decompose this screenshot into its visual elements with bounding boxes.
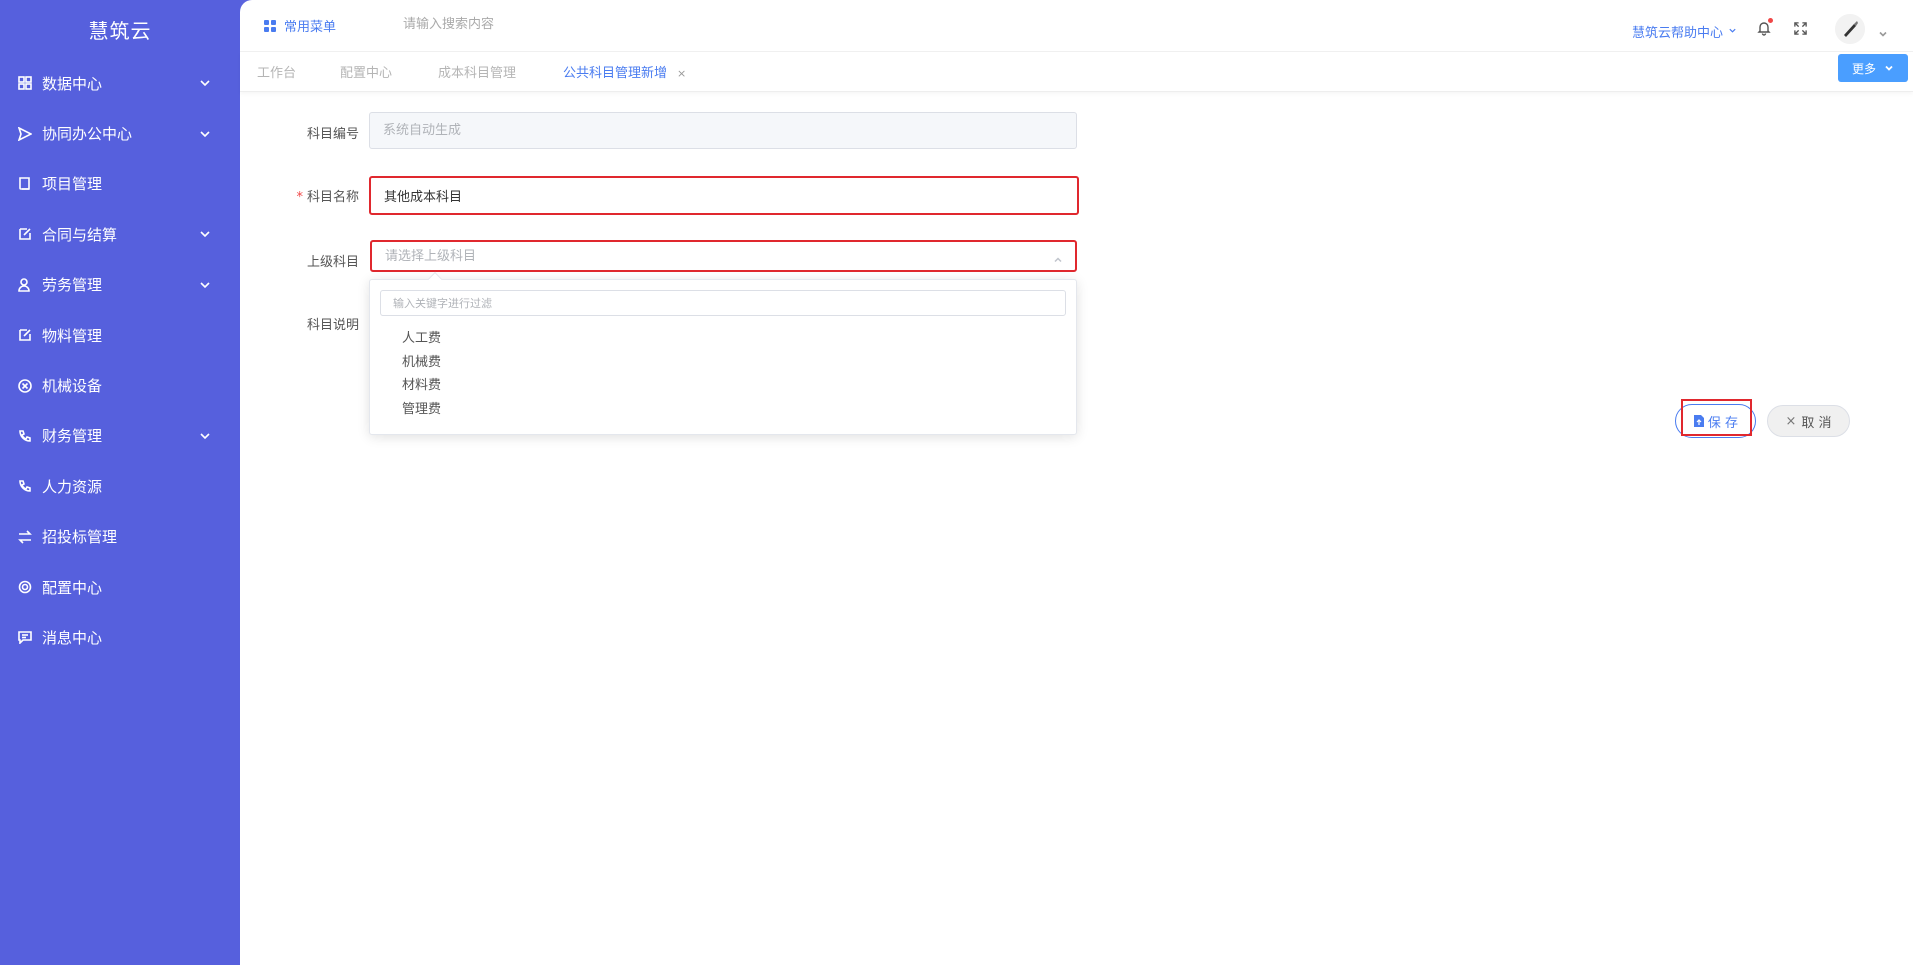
sidebar-item-label: 劳务管理 bbox=[42, 276, 103, 295]
worker-icon bbox=[17, 277, 33, 293]
dropdown-option-list: 人工费 机械费 材料费 管理费 bbox=[402, 327, 441, 421]
save-button[interactable]: 保 存 bbox=[1675, 404, 1756, 438]
chevron-down-icon bbox=[1728, 26, 1737, 38]
chevron-down-icon bbox=[198, 76, 212, 90]
grid-icon bbox=[17, 75, 33, 91]
common-menu-button[interactable]: 常用菜单 bbox=[264, 16, 336, 35]
sidebar-item[interactable]: 消息中心 bbox=[0, 612, 240, 662]
sidebar-item-label: 配置中心 bbox=[42, 578, 103, 597]
phone-icon bbox=[17, 478, 33, 494]
dropdown-option[interactable]: 管理费 bbox=[402, 398, 441, 422]
parent-subject-label: 上级科目 bbox=[306, 255, 359, 270]
edit-icon bbox=[17, 226, 33, 242]
top-bar: 常用菜单 慧筑云帮助中心 bbox=[240, 0, 1913, 52]
chevron-down-icon bbox=[198, 127, 212, 141]
chevron-down-icon bbox=[1885, 65, 1893, 71]
sidebar-item-label: 财务管理 bbox=[42, 427, 103, 446]
sidebar-menu: 数据中心协同办公中心 项目管理合同与结算劳务管理物料管理机械设备财务管理人力资源招… bbox=[0, 58, 240, 663]
tab-label: 公共科目管理新增 bbox=[563, 66, 668, 81]
sidebar-item[interactable]: 财务管理 bbox=[0, 411, 240, 461]
more-button[interactable]: 更多 bbox=[1838, 54, 1908, 82]
sidebar-item[interactable]: 数据中心 bbox=[0, 58, 240, 108]
sidebar-item[interactable]: 劳务管理 bbox=[0, 260, 240, 310]
tab-public-subject-new[interactable]: 公共科目管理新增 × bbox=[563, 62, 686, 81]
tab-config-center[interactable]: 配置中心 bbox=[340, 62, 392, 81]
tab-workbench[interactable]: 工作台 bbox=[257, 62, 296, 81]
sidebar-item[interactable]: 招投标管理 bbox=[0, 512, 240, 562]
sidebar-item[interactable]: 物料管理 bbox=[0, 310, 240, 360]
dropdown-option[interactable]: 人工费 bbox=[402, 327, 441, 351]
chevron-down-icon bbox=[198, 429, 212, 443]
chevron-down-icon bbox=[198, 227, 212, 241]
sidebar-item-label: 人力资源 bbox=[42, 477, 103, 496]
gear-icon bbox=[17, 579, 33, 595]
close-icon: × bbox=[1785, 413, 1797, 429]
chevron-up-icon bbox=[1053, 254, 1063, 264]
subject-name-label: * 科目名称 bbox=[259, 186, 359, 205]
subject-desc-label: 科目说明 bbox=[306, 318, 359, 333]
sidebar: 慧筑云 数据中心协同办公中心 项目管理合同与结算劳务管理物料管理机械设备财务管理人… bbox=[0, 0, 240, 965]
edit-icon bbox=[17, 327, 33, 343]
sidebar-item[interactable]: 配置中心 bbox=[0, 562, 240, 612]
subject-code-field bbox=[369, 112, 1077, 149]
fullscreen-icon[interactable] bbox=[1793, 21, 1809, 37]
chevron-down-icon[interactable] bbox=[1878, 24, 1888, 37]
sidebar-item-label: 机械设备 bbox=[42, 377, 103, 396]
subject-name-field[interactable] bbox=[369, 176, 1079, 215]
sidebar-item-label: 数据中心 bbox=[42, 74, 103, 93]
cancel-label: 取 消 bbox=[1801, 415, 1832, 431]
sidebar-item[interactable]: 协同办公中心 bbox=[0, 108, 240, 158]
parent-subject-input[interactable] bbox=[385, 248, 1075, 264]
message-icon bbox=[17, 629, 33, 645]
cross-circle-icon bbox=[17, 378, 33, 394]
bell-icon[interactable] bbox=[1756, 18, 1774, 38]
subject-code-label: 科目编号 bbox=[306, 127, 359, 142]
global-search-input[interactable] bbox=[403, 16, 603, 31]
sidebar-item[interactable]: 人力资源 bbox=[0, 461, 240, 511]
sidebar-item-label: 协同办公中心 bbox=[42, 125, 133, 144]
close-icon[interactable]: × bbox=[677, 67, 686, 80]
tab-bar: 工作台 配置中心 成本科目管理 公共科目管理新增 × 更多 bbox=[240, 52, 1913, 92]
dropdown-filter-input[interactable] bbox=[380, 290, 1066, 316]
phone-icon bbox=[17, 428, 33, 444]
sidebar-item-label: 项目管理 bbox=[42, 175, 103, 194]
help-center-link[interactable]: 慧筑云帮助中心 bbox=[1632, 22, 1737, 41]
parent-subject-select[interactable] bbox=[370, 240, 1077, 272]
sidebar-item-label: 消息中心 bbox=[42, 628, 103, 647]
user-avatar[interactable] bbox=[1835, 14, 1865, 44]
send-icon bbox=[17, 126, 33, 142]
save-label: 保 存 bbox=[1707, 415, 1739, 431]
more-label: 更多 bbox=[1851, 61, 1876, 76]
app-logo-title: 慧筑云 bbox=[88, 18, 152, 43]
dropdown-option[interactable]: 机械费 bbox=[402, 351, 441, 375]
sidebar-item[interactable]: 项目管理 bbox=[0, 159, 240, 209]
book-icon bbox=[17, 176, 33, 192]
dropdown-option[interactable]: 材料费 bbox=[402, 374, 441, 398]
help-center-label: 慧筑云帮助中心 bbox=[1632, 26, 1724, 41]
file-upload-icon bbox=[1693, 415, 1704, 427]
subject-name-label-text: 科目名称 bbox=[306, 190, 359, 205]
common-menu-label: 常用菜单 bbox=[284, 20, 337, 35]
notification-dot bbox=[1768, 18, 1773, 23]
transfer-icon bbox=[17, 529, 33, 545]
subject-name-input[interactable] bbox=[384, 188, 1077, 203]
subject-code-input bbox=[383, 123, 1076, 138]
grid-icon bbox=[264, 19, 276, 32]
sidebar-item-label: 招投标管理 bbox=[42, 528, 118, 547]
parent-subject-dropdown: 人工费 机械费 材料费 管理费 bbox=[369, 271, 1077, 435]
tab-cost-subject[interactable]: 成本科目管理 bbox=[438, 62, 516, 81]
cancel-button[interactable]: × 取 消 bbox=[1767, 405, 1850, 437]
sidebar-item[interactable]: 机械设备 bbox=[0, 360, 240, 410]
sidebar-item-label: 物料管理 bbox=[42, 326, 103, 345]
chevron-down-icon bbox=[198, 278, 212, 292]
required-mark: * bbox=[296, 190, 303, 205]
sidebar-item[interactable]: 合同与结算 bbox=[0, 209, 240, 259]
sidebar-item-label: 合同与结算 bbox=[42, 225, 118, 244]
